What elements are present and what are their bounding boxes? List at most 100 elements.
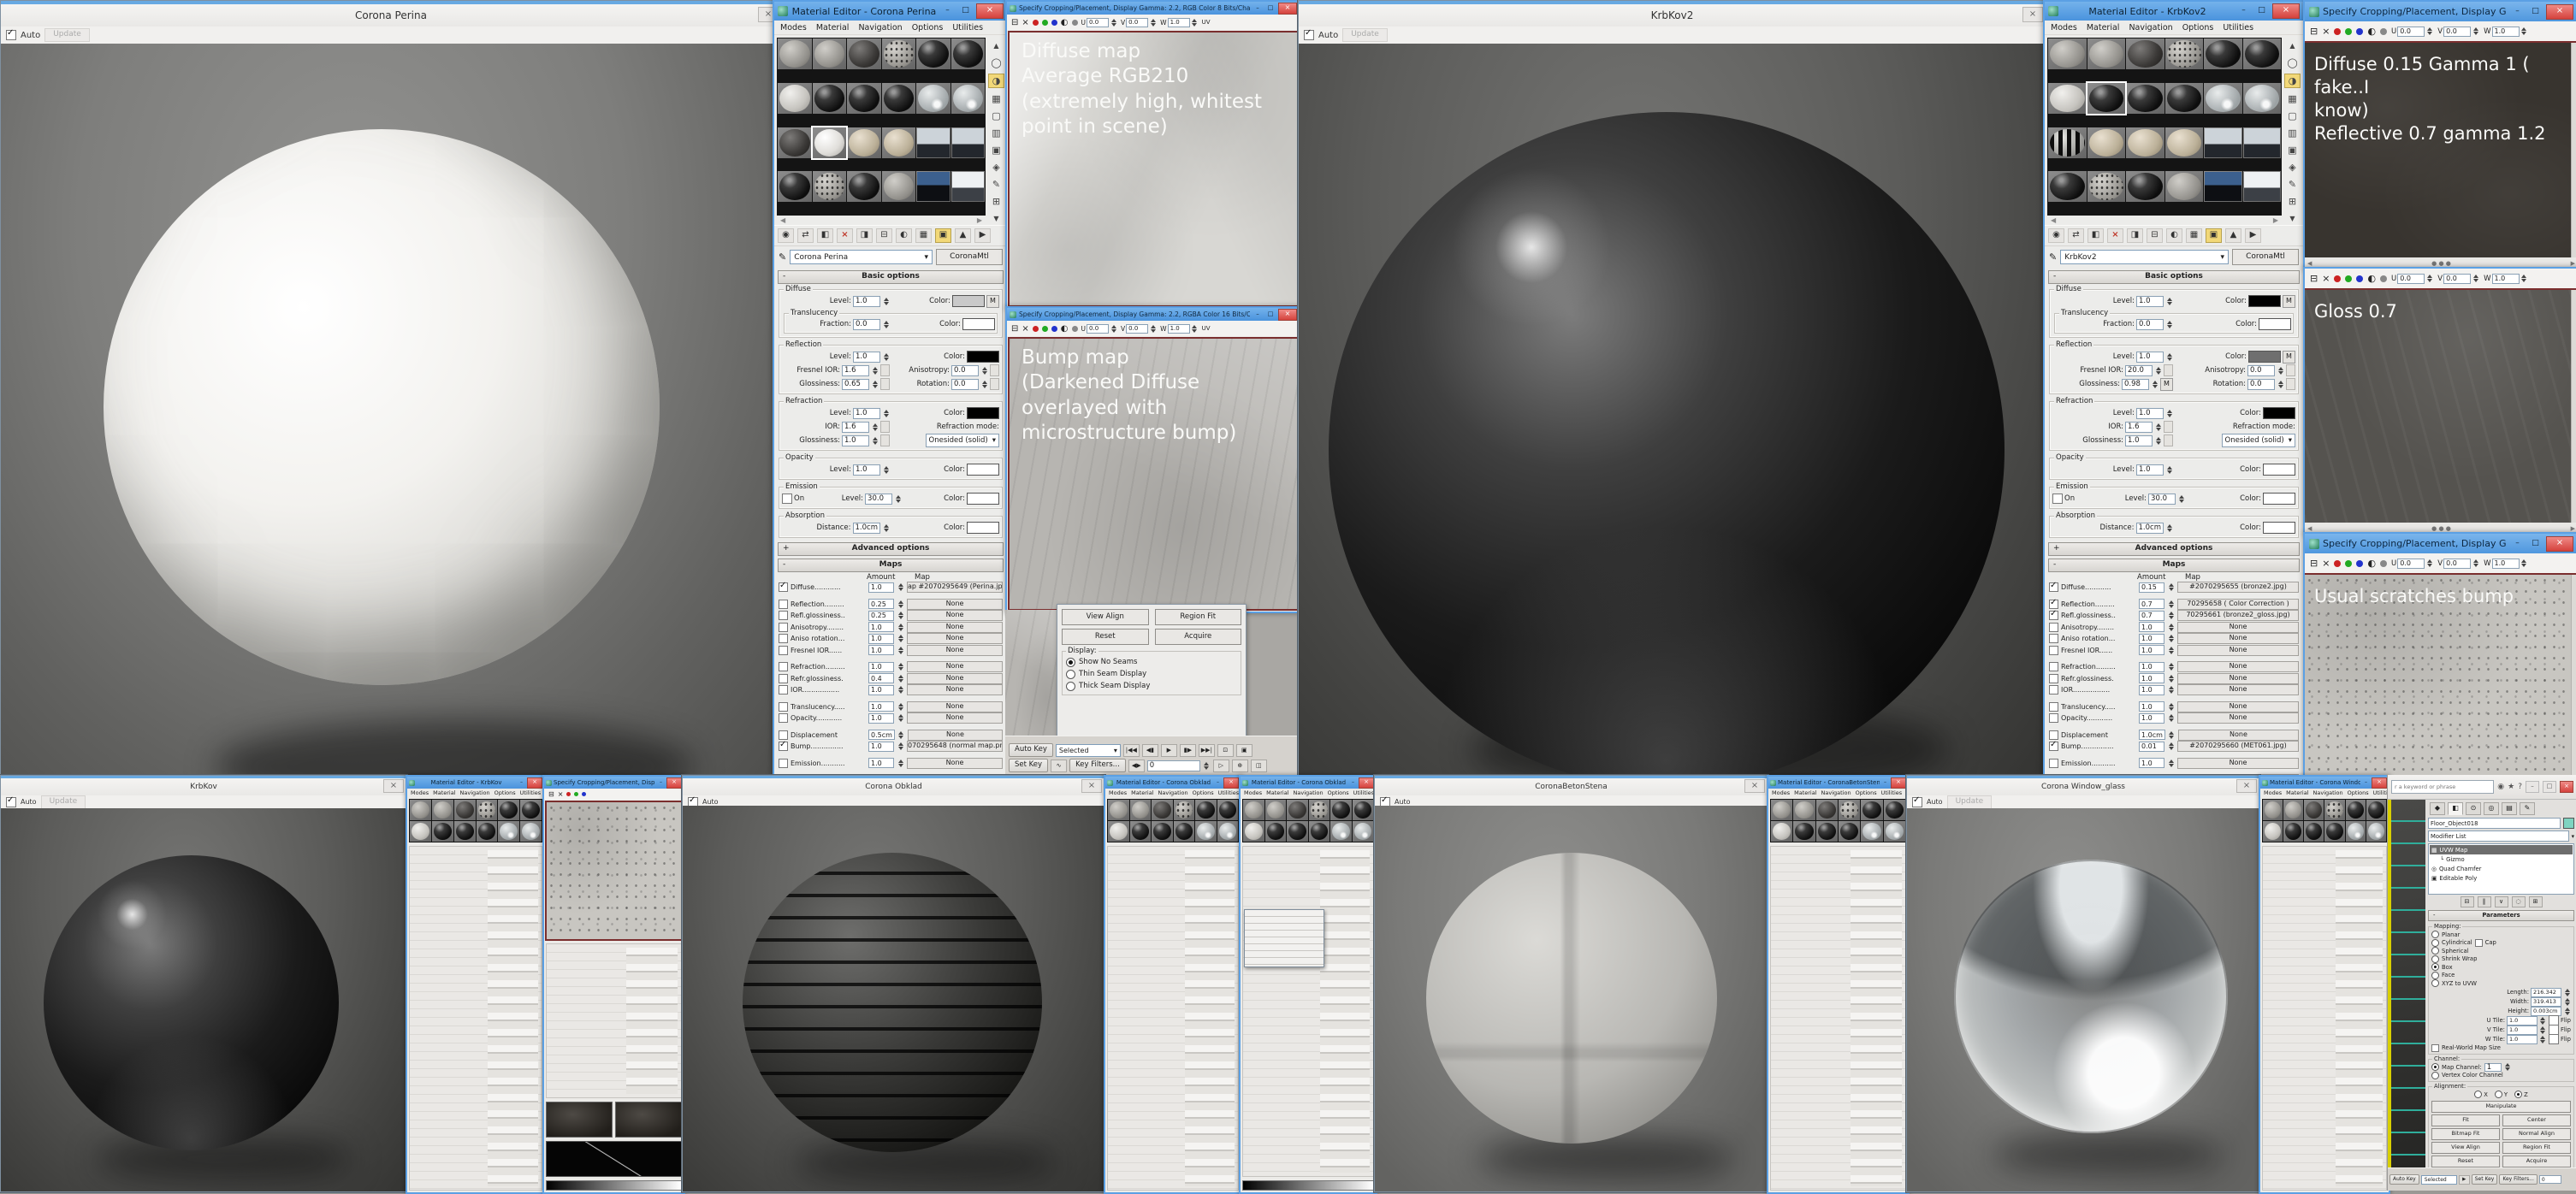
put-to-library-icon[interactable]: ⊟ [876, 228, 892, 243]
modifier-list-dropdown[interactable]: Modifier List [2428, 830, 2569, 842]
material-swatch[interactable] [2165, 171, 2204, 202]
material-swatch[interactable] [1839, 800, 1860, 820]
cross-reference-icon[interactable]: ⇄ [797, 228, 814, 243]
next-frame-icon[interactable]: ▮▶ [1180, 744, 1196, 757]
material-swatch[interactable] [882, 171, 916, 202]
map-enable-checkbox[interactable] [779, 634, 788, 643]
glossiness-field[interactable]: 0.65 [842, 379, 869, 390]
material-swatch[interactable] [1265, 821, 1287, 842]
w-offset-field[interactable]: 1.0 [2492, 27, 2520, 37]
material-id-icon[interactable]: ◐ [896, 228, 912, 243]
mono-channel-icon[interactable]: ◐ [2367, 273, 2376, 284]
material-swatch[interactable] [1861, 800, 1882, 820]
reflection-map-shortcut-button[interactable]: M [2283, 351, 2295, 364]
map-enable-checkbox[interactable] [2049, 685, 2058, 695]
material-swatch[interactable] [2283, 821, 2303, 842]
emission-color-swatch[interactable] [2263, 493, 2295, 505]
scroll-up-icon[interactable]: ▲ [989, 39, 1004, 52]
radio-button[interactable] [2431, 955, 2439, 963]
map-slot-button[interactable]: None [2177, 645, 2299, 656]
material-swatch[interactable] [2204, 171, 2242, 202]
mono-channel-icon[interactable]: ◐ [1061, 324, 1069, 334]
spinner[interactable] [2167, 645, 2175, 656]
translucency-fraction-field[interactable]: 0.0 [2136, 319, 2164, 330]
scroll-left-icon[interactable]: ◀ [2051, 216, 2056, 224]
material-swatch[interactable] [1217, 821, 1239, 842]
spinner[interactable] [894, 494, 902, 505]
menu-item[interactable]: Options [1328, 789, 1349, 796]
blue-channel-icon[interactable] [2356, 28, 2363, 35]
rollout-basic-options[interactable]: - Basic options [778, 270, 1004, 284]
spinner[interactable] [897, 730, 905, 741]
spinner[interactable] [2425, 26, 2433, 37]
opacity-level-field[interactable]: 1.0 [853, 464, 880, 476]
spinner[interactable] [882, 464, 890, 476]
material-swatch[interactable] [2087, 171, 2126, 202]
modify-tab-icon[interactable]: ◧ [2448, 802, 2463, 815]
play-icon[interactable]: ▶ [1161, 744, 1177, 757]
mono-channel-icon[interactable]: ◐ [1061, 18, 1069, 27]
remove-modifier-icon[interactable]: ◌ [2512, 896, 2526, 907]
material-swatch[interactable] [1793, 800, 1815, 820]
map-slot-button[interactable]: None [2177, 622, 2299, 633]
translucency-color-swatch[interactable] [962, 318, 995, 330]
background-icon[interactable]: ▦ [2285, 92, 2300, 105]
radio-button[interactable] [2431, 931, 2439, 938]
map-slot-button[interactable]: None [907, 610, 1003, 621]
tile-field[interactable]: 1.0 [2507, 1026, 2538, 1035]
material-swatch[interactable] [2204, 83, 2242, 114]
minimize-icon[interactable]: – [1214, 778, 1222, 787]
map-enable-checkbox[interactable] [779, 646, 788, 655]
options-icon[interactable]: ◈ [989, 161, 1004, 174]
menu-item[interactable]: Navigation [1294, 789, 1324, 796]
spinner[interactable] [2520, 558, 2528, 569]
material-swatch[interactable] [2204, 127, 2242, 158]
sample-tiling-icon[interactable]: ▢ [2285, 109, 2300, 122]
align-button[interactable]: Region Fit [2502, 1142, 2571, 1154]
map-enable-checkbox[interactable] [2049, 742, 2058, 751]
play-icon[interactable]: ▶ [2459, 1175, 2470, 1185]
material-swatch[interactable] [432, 800, 453, 820]
zoom-extents-icon[interactable]: ⊡ [1217, 744, 1234, 757]
menu-item[interactable]: Modes [411, 789, 429, 796]
map-slot-button[interactable]: None [2177, 633, 2299, 644]
menu-item[interactable]: Navigation [1821, 789, 1851, 796]
material-swatch[interactable] [2126, 38, 2164, 69]
background-icon[interactable]: ▦ [989, 92, 1004, 105]
go-to-start-icon[interactable]: |◀◀ [1123, 744, 1140, 757]
spinner[interactable] [980, 379, 988, 390]
fresnel-ior-field[interactable]: 1.6 [842, 365, 869, 376]
reflection-level-field[interactable]: 1.0 [2136, 352, 2164, 363]
map-slot-button[interactable] [2164, 364, 2173, 376]
delete-material-icon[interactable]: × [2107, 228, 2123, 243]
map-amount-field[interactable]: 1.0 [868, 645, 894, 655]
radio-button[interactable] [2514, 1091, 2522, 1098]
material-swatch[interactable] [882, 127, 916, 158]
material-swatch[interactable] [813, 38, 847, 69]
green-channel-icon[interactable] [574, 792, 578, 796]
map-amount-field[interactable]: 1.0 [868, 758, 894, 768]
map-amount-field[interactable]: 1.0 [2139, 662, 2164, 672]
make-preview-icon[interactable]: ▣ [989, 144, 1004, 157]
scroll-down-icon[interactable]: ▼ [2285, 212, 2300, 225]
minimize-icon[interactable]: – [518, 778, 525, 787]
map-amount-field[interactable]: 1.0 [868, 685, 894, 695]
close-icon[interactable]: × [2272, 3, 2300, 19]
minimize-icon[interactable]: – [657, 778, 665, 787]
material-swatch[interactable] [2087, 127, 2126, 158]
spinner[interactable] [882, 319, 890, 330]
map-slot-button[interactable]: 70295658 ( Color Correction ) [2177, 599, 2299, 610]
make-unique-icon[interactable]: ∨ [2495, 896, 2508, 907]
material-map-navigator-icon[interactable]: ⊞ [2285, 195, 2300, 208]
material-swatch[interactable] [2324, 821, 2344, 842]
spinner[interactable] [2165, 408, 2173, 419]
rotation-field[interactable]: 0.0 [951, 379, 979, 390]
glossiness-field[interactable]: 0.98 [2122, 379, 2149, 390]
map-slot-button[interactable]: None [2177, 712, 2299, 724]
map-slot-button[interactable]: None [908, 730, 1003, 741]
v-offset-field[interactable]: 0.0 [2443, 559, 2471, 569]
material-swatch[interactable] [951, 127, 986, 158]
motion-tab-icon[interactable]: ◎ [2484, 802, 2499, 815]
rollout-maps[interactable]: - Maps [2048, 559, 2300, 572]
map-slot-button[interactable]: #2070295655 (bronze2.jpg) [2177, 582, 2299, 593]
